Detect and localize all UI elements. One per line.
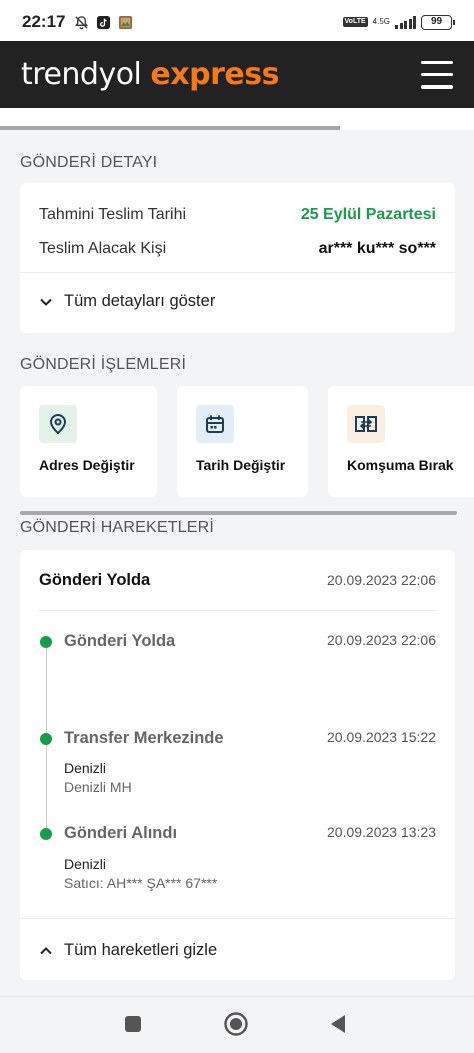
movements-bottom-divider	[20, 918, 455, 919]
change-address-label: Adres Değiştir	[39, 457, 135, 473]
tab-indicator	[0, 126, 340, 130]
status-bar: 22:17 VoLTE 4.5G 99	[0, 0, 474, 44]
recent-apps-icon[interactable]	[124, 1015, 142, 1033]
leave-with-neighbor-label: Komşuma Bırak	[347, 457, 454, 473]
timeline-item-detail: Satıcı: AH*** ŞA*** 67***	[64, 875, 218, 891]
movements-card: Gönderi Yolda 20.09.2023 22:06 Gönderi Y…	[20, 550, 455, 980]
timeline-item-title: Transfer Merkezinde	[64, 729, 224, 747]
recipient-row: Teslim Alacak Kişi ar*** ku*** so***	[39, 240, 436, 258]
chevron-down-icon	[40, 298, 52, 306]
volte-badge: VoLTE	[342, 17, 368, 27]
brand-logo[interactable]: trendyol express	[21, 57, 279, 92]
change-address-button[interactable]: Adres Değiştir	[20, 386, 157, 497]
estimated-delivery-row: Tahmini Teslim Tarihi 25 Eylül Pazartesi	[39, 206, 436, 224]
show-all-details-toggle[interactable]: Tüm detayları göster	[39, 292, 215, 311]
calendar-icon	[196, 405, 234, 443]
gallery-icon	[119, 15, 133, 29]
clock: 22:17	[22, 12, 66, 31]
battery-icon: 99	[421, 14, 455, 30]
hide-all-movements-label: Tüm hareketleri gizle	[64, 941, 218, 959]
leave-with-neighbor-button[interactable]: Komşuma Bırak	[328, 386, 474, 497]
logo-part-trendyol: trendyol	[21, 57, 142, 92]
timeline-item-date: 20.09.2023 15:22	[327, 729, 436, 745]
hide-all-movements-toggle[interactable]: Tüm hareketleri gizle	[39, 941, 217, 960]
horizontal-scrollbar[interactable]	[20, 511, 457, 515]
signal-icon	[395, 15, 416, 29]
back-icon[interactable]	[328, 1013, 348, 1035]
timeline-item-date: 20.09.2023 22:06	[327, 632, 436, 648]
timeline-dot	[40, 828, 52, 840]
chevron-up-icon	[40, 946, 52, 954]
recipient-label: Teslim Alacak Kişi	[39, 240, 167, 257]
app-header: trendyol express	[0, 41, 474, 108]
estimated-delivery-value: 25 Eylül Pazartesi	[300, 206, 436, 223]
timeline-item-date: 20.09.2023 13:23	[327, 824, 436, 840]
tab-strip	[0, 108, 474, 130]
detail-divider	[20, 272, 455, 273]
recipient-value: ar*** ku*** so***	[318, 240, 436, 257]
current-status-row: Gönderi Yolda 20.09.2023 22:06	[39, 571, 436, 590]
timeline-dot	[40, 733, 52, 745]
change-date-label: Tarih Değiştir	[196, 457, 286, 473]
network-type: 4.5G	[372, 17, 390, 26]
detail-section-title: GÖNDERİ DETAYI	[20, 154, 158, 171]
timeline-item-location: Denizli	[64, 856, 107, 872]
timeline-item-detail: Denizli MH	[64, 779, 132, 795]
show-all-details-label: Tüm detayları göster	[64, 292, 216, 310]
actions-section-title: GÖNDERİ İŞLEMLERİ	[20, 356, 187, 373]
movements-section-title: GÖNDERİ HAREKETLERİ	[20, 519, 215, 536]
change-date-button[interactable]: Tarih Değiştir	[177, 386, 308, 497]
timeline-dot	[40, 636, 52, 648]
system-nav-bar	[0, 996, 474, 1053]
current-status: Gönderi Yolda	[39, 571, 151, 589]
logo-part-express: express	[150, 57, 279, 92]
movements-divider	[39, 610, 436, 611]
current-status-date: 20.09.2023 22:06	[327, 572, 436, 588]
home-icon[interactable]	[223, 1011, 249, 1037]
timeline-item-title: Gönderi Yolda	[64, 632, 176, 650]
detail-card: Tahmini Teslim Tarihi 25 Eylül Pazartesi…	[20, 183, 455, 333]
tiktok-icon	[97, 15, 111, 29]
timeline-item-location: Denizli	[64, 760, 107, 776]
location-pin-icon	[39, 405, 77, 443]
hamburger-icon[interactable]	[421, 60, 453, 89]
mute-icon	[75, 15, 89, 29]
transfer-icon	[347, 405, 385, 443]
estimated-delivery-label: Tahmini Teslim Tarihi	[39, 206, 187, 223]
timeline-item-title: Gönderi Alındı	[64, 824, 178, 842]
